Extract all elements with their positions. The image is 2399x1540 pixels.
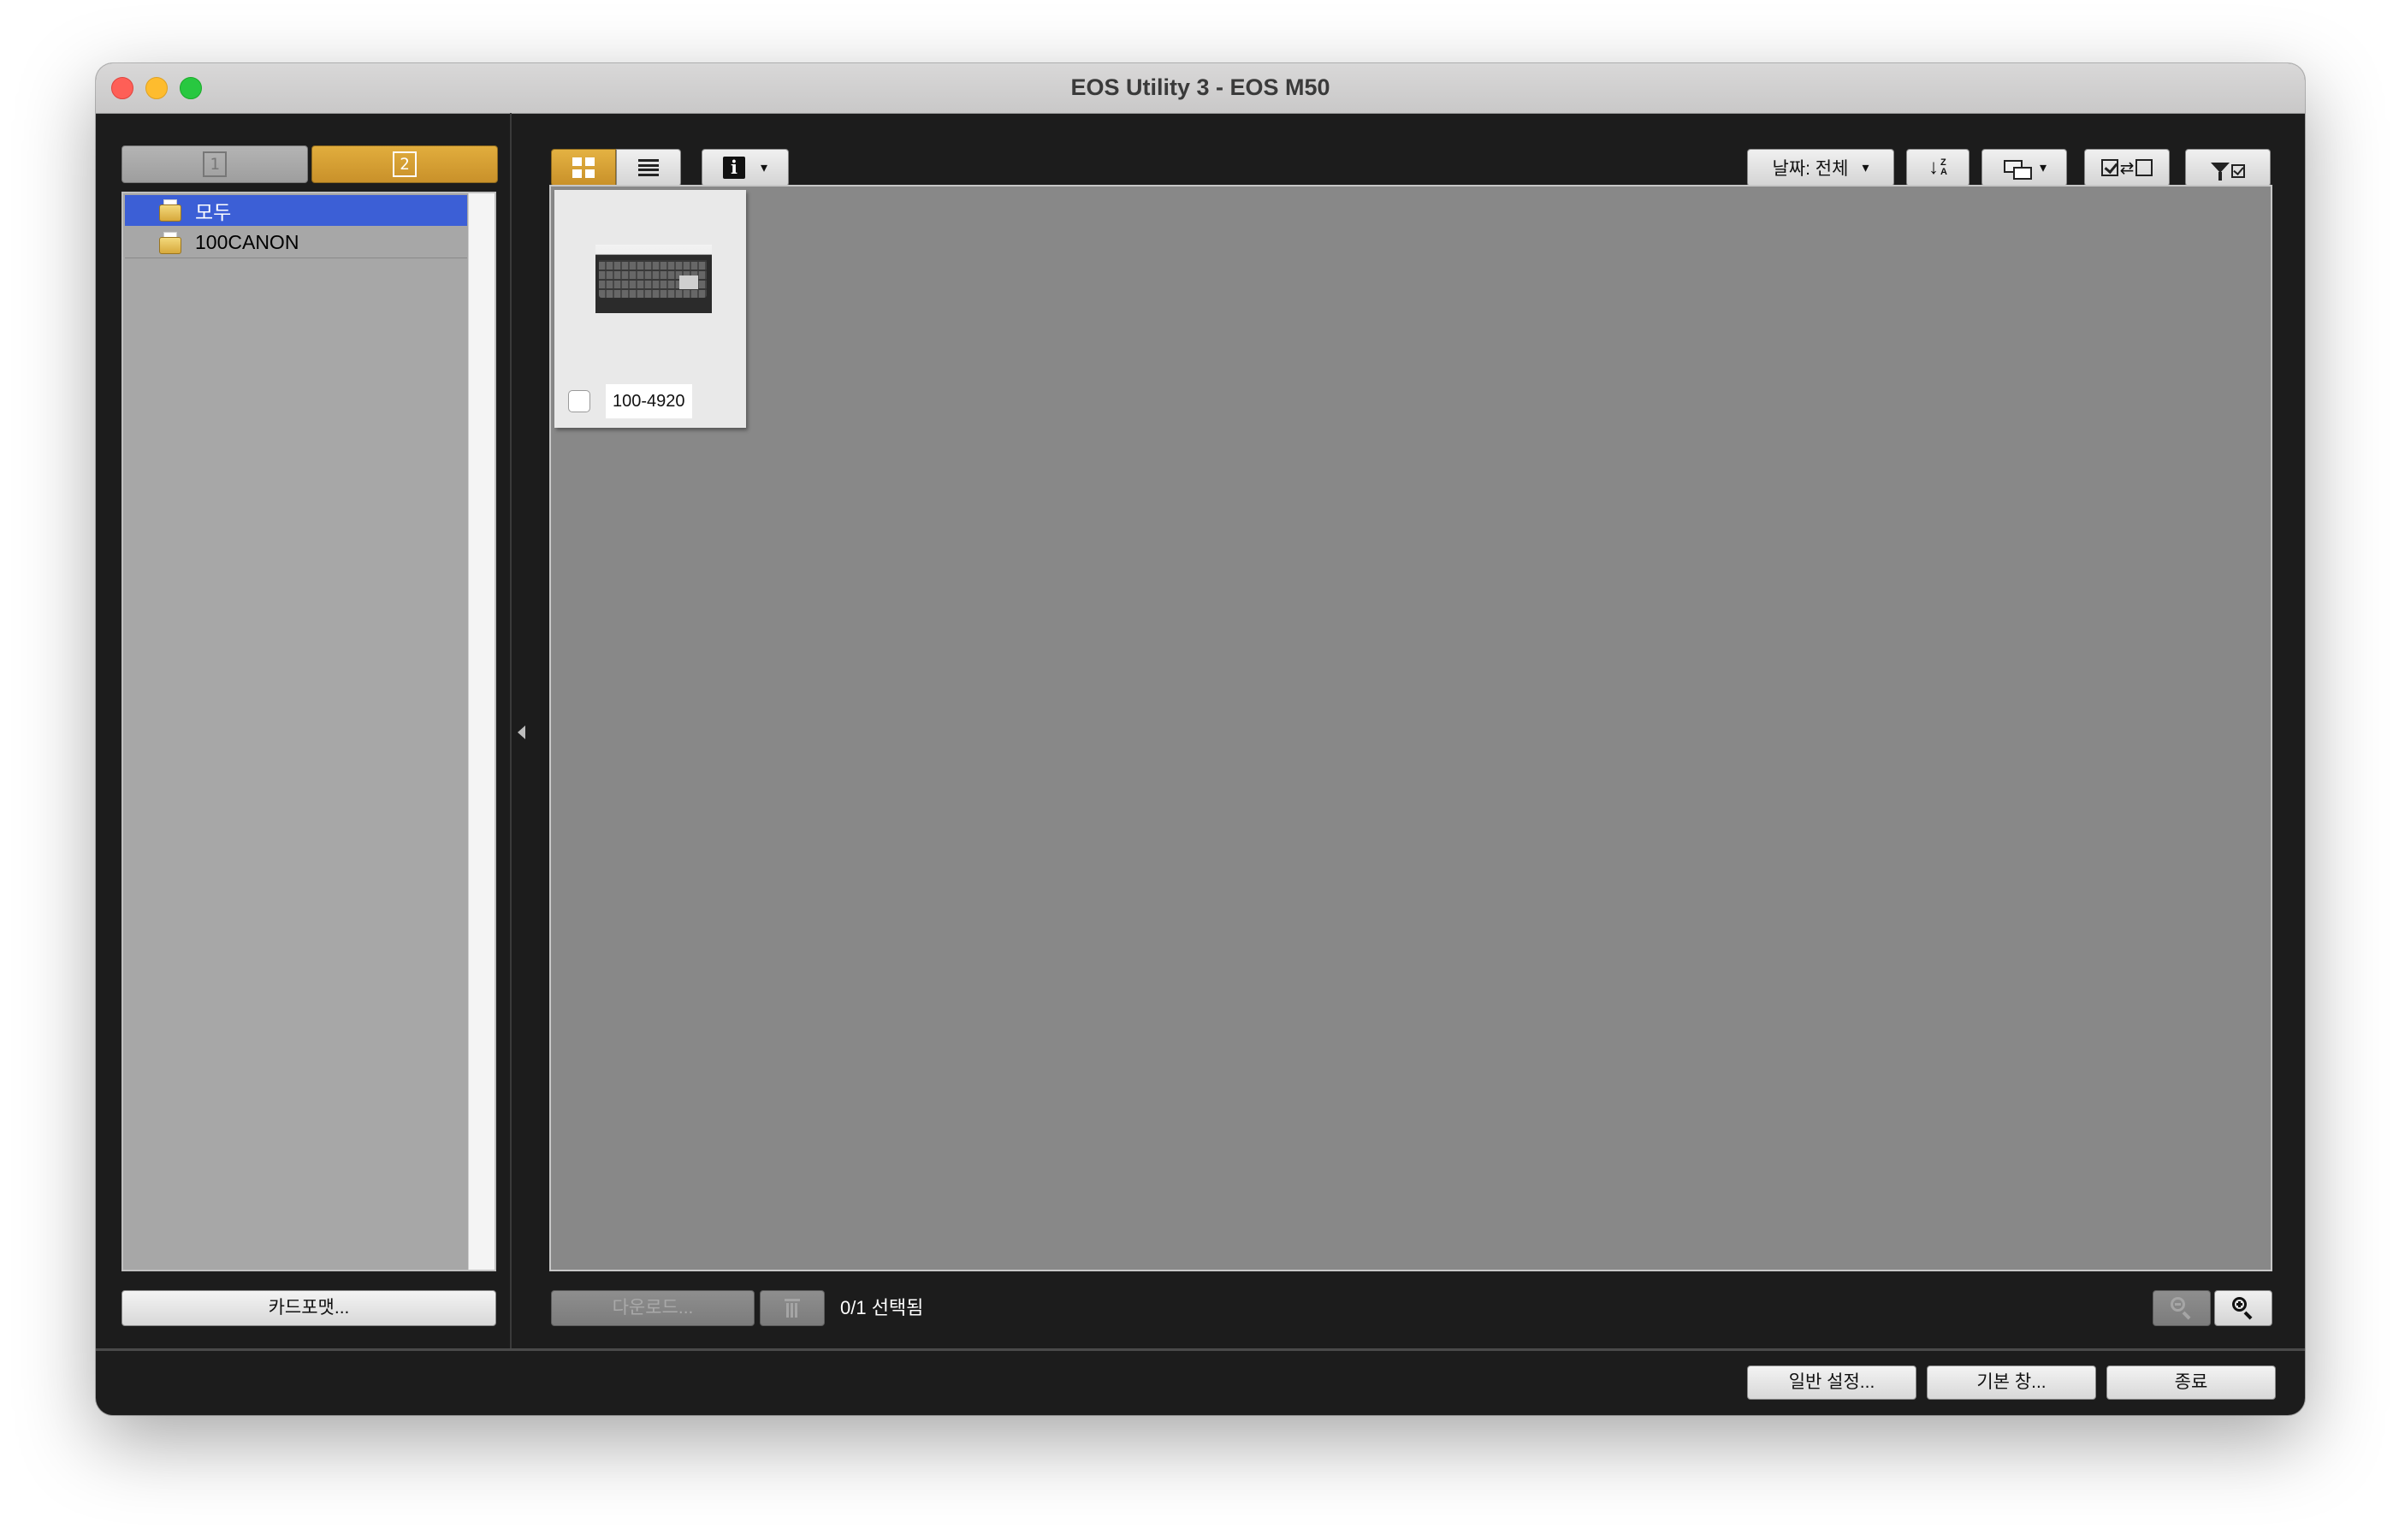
sort-descending-icon: ↓ Z A xyxy=(1928,156,1947,179)
folder-label: 모두 xyxy=(195,201,232,223)
main-window-button[interactable]: 기본 창... xyxy=(1927,1365,2096,1400)
folder-tree: 모두 100CANON xyxy=(121,192,496,1271)
empty-box-icon xyxy=(2135,159,2153,176)
filter-checked-button[interactable] xyxy=(2185,149,2271,187)
sort-order-button[interactable]: ↓ Z A xyxy=(1906,149,1970,187)
card-slot-tab-1[interactable]: 1 xyxy=(121,145,308,183)
grid-icon xyxy=(572,157,595,178)
swap-icon: ⇄ xyxy=(2119,158,2135,178)
list-icon xyxy=(638,159,659,176)
thumbnail-area[interactable]: 100-4920 xyxy=(549,185,2272,1271)
preferences-button[interactable]: 일반 설정... xyxy=(1747,1365,1916,1400)
memory-card-icon: 1 xyxy=(203,151,227,177)
quit-button[interactable]: 종료 xyxy=(2106,1365,2276,1400)
zoom-out-icon xyxy=(2171,1297,2193,1320)
thumbnail-checkbox[interactable] xyxy=(568,390,590,412)
checked-box-icon xyxy=(2231,164,2245,178)
chevron-down-icon: ▾ xyxy=(1862,161,1869,175)
sidebar-splitter[interactable] xyxy=(510,113,512,1348)
card-format-button[interactable]: 카드포맷... xyxy=(121,1290,496,1326)
group-images-icon xyxy=(2002,157,2033,180)
window-title: EOS Utility 3 - EOS M50 xyxy=(1070,74,1330,100)
title-bar[interactable]: EOS Utility 3 - EOS M50 xyxy=(96,63,2305,114)
folder-item-100canon[interactable]: 100CANON xyxy=(125,228,467,258)
chevron-down-icon: ▾ xyxy=(2039,161,2047,175)
filter-icon xyxy=(2211,163,2230,181)
selection-count: 0/1 선택됨 xyxy=(840,1297,924,1318)
folder-tree-scrollbar[interactable] xyxy=(468,193,495,1270)
list-view-button[interactable] xyxy=(616,149,681,187)
memory-card-icon: 2 xyxy=(393,151,417,177)
grouping-dropdown[interactable]: ▾ xyxy=(1981,149,2067,187)
collapse-sidebar-icon[interactable] xyxy=(518,726,525,739)
date-filter-dropdown[interactable]: 날짜: 전체 ▾ xyxy=(1747,149,1894,187)
folder-item-all[interactable]: 모두 xyxy=(125,195,467,226)
delete-button[interactable] xyxy=(760,1290,825,1326)
download-button[interactable]: 다운로드... xyxy=(551,1290,755,1326)
folder-icon xyxy=(157,231,183,254)
folder-icon xyxy=(157,199,183,222)
card-slot-tabs: 1 2 xyxy=(121,145,498,183)
footer-divider xyxy=(96,1348,2305,1351)
image-thumbnail[interactable]: 100-4920 xyxy=(554,190,746,428)
zoom-in-button[interactable] xyxy=(2214,1290,2272,1326)
folder-label: 100CANON xyxy=(195,231,299,253)
info-icon: i xyxy=(722,157,745,179)
card-slot-tab-2[interactable]: 2 xyxy=(311,145,498,183)
toggle-selection-button[interactable]: ⇄ xyxy=(2084,149,2170,187)
checked-box-icon xyxy=(2100,159,2118,176)
view-mode-toggle xyxy=(551,149,681,187)
info-display-dropdown[interactable]: i ▾ xyxy=(702,149,789,187)
date-filter-label: 날짜: 전체 xyxy=(1772,159,1849,179)
chevron-down-icon: ▾ xyxy=(760,161,768,175)
thumbnail-image[interactable] xyxy=(595,245,712,313)
trash-icon xyxy=(785,1299,800,1318)
zoom-out-button[interactable] xyxy=(2153,1290,2211,1326)
thumbnail-filename: 100-4920 xyxy=(606,384,692,418)
grid-view-button[interactable] xyxy=(551,149,616,187)
app-window: EOS Utility 3 - EOS M50 1 2 모두 100CANON … xyxy=(96,63,2305,1415)
zoom-in-icon xyxy=(2232,1297,2254,1320)
